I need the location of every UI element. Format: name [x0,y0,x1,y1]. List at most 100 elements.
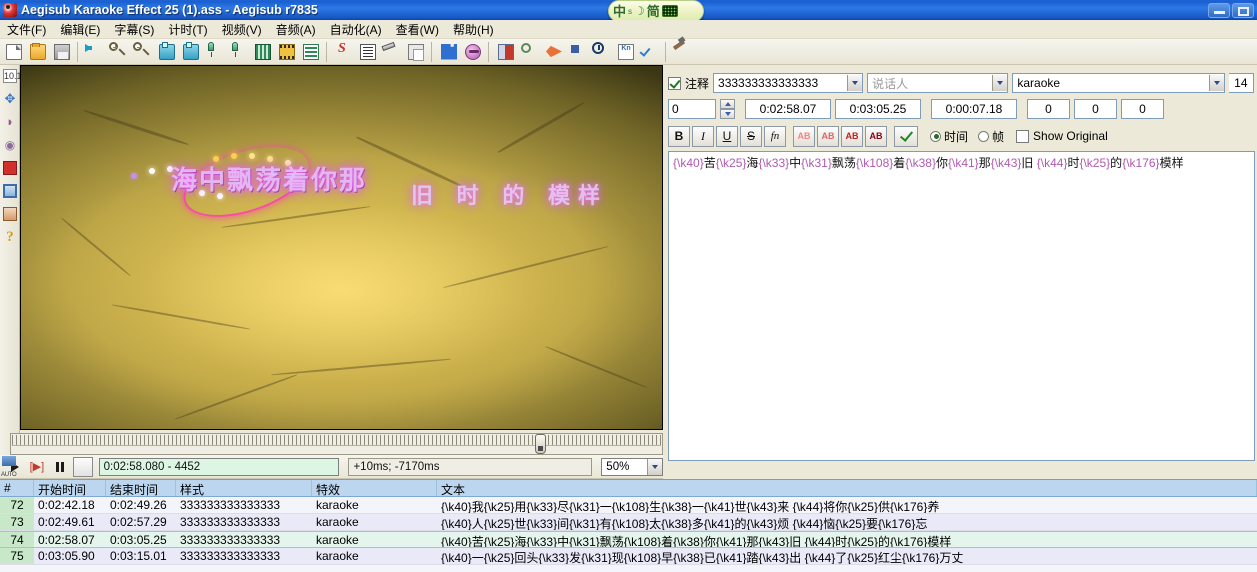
scale-tool-icon[interactable] [0,157,20,180]
effect-select[interactable]: karaoke [1012,73,1225,93]
ime-extra-glyph[interactable]: s [628,7,632,16]
kana-icon[interactable]: Kn [614,40,638,64]
primary-color-button[interactable]: AB [793,125,815,147]
italic-button[interactable]: I [692,125,714,147]
video-display[interactable]: 海中飘荡着你那 旧 时 的 模样 苦海中飘荡着你那旧 时 的 模样 [20,65,663,430]
table-row[interactable]: 73 0:02:49.61 0:02:57.29 333333333333333 kar… [0,514,1257,531]
subtitle-grid[interactable]: # 开始时间 结束时间 样式 特效 文本 72 0:02:42.18 0:02:49.26 33… [0,479,1257,572]
new-file-icon[interactable] [2,40,26,64]
zoom-in-icon[interactable] [107,40,131,64]
close-video-icon[interactable] [566,40,590,64]
menu-subtitle[interactable]: 字幕(S) [107,20,161,39]
col-start-time[interactable]: 开始时间 [34,480,106,496]
chevron-down-icon[interactable] [1208,75,1224,91]
pause-icon[interactable] [50,457,70,477]
keyboard-icon[interactable] [661,5,678,17]
outline-color-button[interactable]: AB [841,125,863,147]
snap-start-icon[interactable] [155,40,179,64]
paste-over-icon[interactable] [404,40,428,64]
open-folder-icon[interactable] [26,40,50,64]
col-number[interactable]: # [0,480,34,496]
select-lines-icon[interactable] [638,40,662,64]
styles-manager-icon[interactable] [251,40,275,64]
chevron-down-icon[interactable] [647,458,663,475]
commit-button[interactable] [894,125,918,147]
bold-button[interactable]: B [668,125,690,147]
col-style[interactable]: 样式 [176,480,312,496]
clip-tool-icon[interactable] [0,180,20,203]
margin-right-input[interactable]: 0 [1074,99,1117,119]
jump-to-icon[interactable] [83,40,107,64]
margin-vertical-input[interactable]: 0 [1121,99,1164,119]
vector-clip-tool-icon[interactable] [0,203,20,226]
shadow-color-button[interactable]: AB [865,125,887,147]
snap-end-icon[interactable] [179,40,203,64]
shift-end-icon[interactable] [227,40,251,64]
menu-audio[interactable]: 音频(A) [269,20,323,39]
open-timecodes-icon[interactable] [542,40,566,64]
seek-thumb[interactable] [535,434,546,454]
layer-stepper-up[interactable] [720,99,735,109]
ime-shape-glyph[interactable]: 简 [647,5,660,18]
spell-check-icon[interactable]: S [332,40,356,64]
col-effect[interactable]: 特效 [312,480,437,496]
open-audio-icon[interactable] [518,40,542,64]
table-row[interactable]: 75 0:03:05.90 0:03:15.01 333333333333333 kar… [0,548,1257,565]
time-radio[interactable] [930,130,941,142]
ime-moon-icon[interactable]: ☽ [634,4,645,18]
save-icon[interactable] [50,40,74,64]
chevron-down-icon[interactable] [847,75,863,91]
margin-left-input[interactable]: 0 [1027,99,1070,119]
help-tool-icon[interactable]: ? [0,226,20,249]
resample-icon[interactable] [380,40,404,64]
table-row[interactable]: 74 0:02:58.07 0:03:05.25 333333333333333 kar… [0,531,1257,548]
zoom-out-icon[interactable] [131,40,155,64]
menu-timing[interactable]: 计时(T) [161,20,214,39]
menu-view[interactable]: 查看(W) [389,20,446,39]
play-selection-icon[interactable]: [▶] [27,457,47,477]
menu-video[interactable]: 视频(V) [215,20,269,39]
start-time-input[interactable]: 0:02:58.07 [745,99,831,119]
menu-automation[interactable]: 自动化(A) [323,20,389,39]
open-video-icon[interactable] [494,40,518,64]
chevron-down-icon[interactable] [992,75,1008,91]
col-end-time[interactable]: 结束时间 [106,480,176,496]
col-text[interactable]: 文本 [437,480,1257,496]
shift-times-icon[interactable] [590,40,614,64]
layer-stepper-down[interactable] [720,109,735,119]
rotate-xy-tool-icon[interactable]: ◉ [0,134,20,157]
end-time-input[interactable]: 0:03:05.25 [835,99,921,119]
frame-radio[interactable] [978,130,990,142]
translation-assistant-icon[interactable] [356,40,380,64]
subtitle-text-editor[interactable]: {\k40}苦{\k25}海{\k33}中{\k31}飘荡{\k108}着{\k… [668,151,1255,461]
video-zoom-select[interactable]: 50% [601,457,664,476]
karaoke-mode-icon[interactable] [461,40,485,64]
font-button[interactable]: fn [764,125,786,147]
secondary-color-button[interactable]: AB [817,125,839,147]
show-original-checkbox[interactable] [1016,129,1030,143]
strikeout-button[interactable]: S [740,125,762,147]
move-tool-icon[interactable]: ✥ [0,88,20,111]
ime-mode-glyph[interactable]: 中 [613,5,626,18]
maximize-button[interactable] [1232,2,1254,18]
menu-edit[interactable]: 编辑(E) [53,20,107,39]
comment-checkbox[interactable] [668,76,681,90]
rotate-z-tool-icon[interactable]: ◗ [0,111,20,134]
actor-select[interactable]: 说话人 [867,73,1009,93]
shift-start-icon[interactable] [203,40,227,64]
style-select[interactable]: 333333333333333 [713,73,864,93]
menu-help[interactable]: 帮助(H) [446,20,501,39]
layer-stepper[interactable] [720,99,735,119]
minimize-button[interactable] [1208,2,1230,18]
video-seek-bar[interactable] [10,433,663,455]
options-icon[interactable] [671,39,695,64]
layer-input[interactable]: 0 [668,99,716,119]
duration-input[interactable]: 0:00:07.18 [931,99,1017,119]
menu-file[interactable]: 文件(F) [0,20,53,39]
properties-icon[interactable] [299,40,323,64]
auto-commit-icon[interactable]: AUTO [1,456,93,478]
kanji-timer-icon[interactable] [437,40,461,64]
attachments-icon[interactable] [275,40,299,64]
ime-language-bar[interactable]: 中 s ☽ 简 [608,0,704,22]
underline-button[interactable]: U [716,125,738,147]
